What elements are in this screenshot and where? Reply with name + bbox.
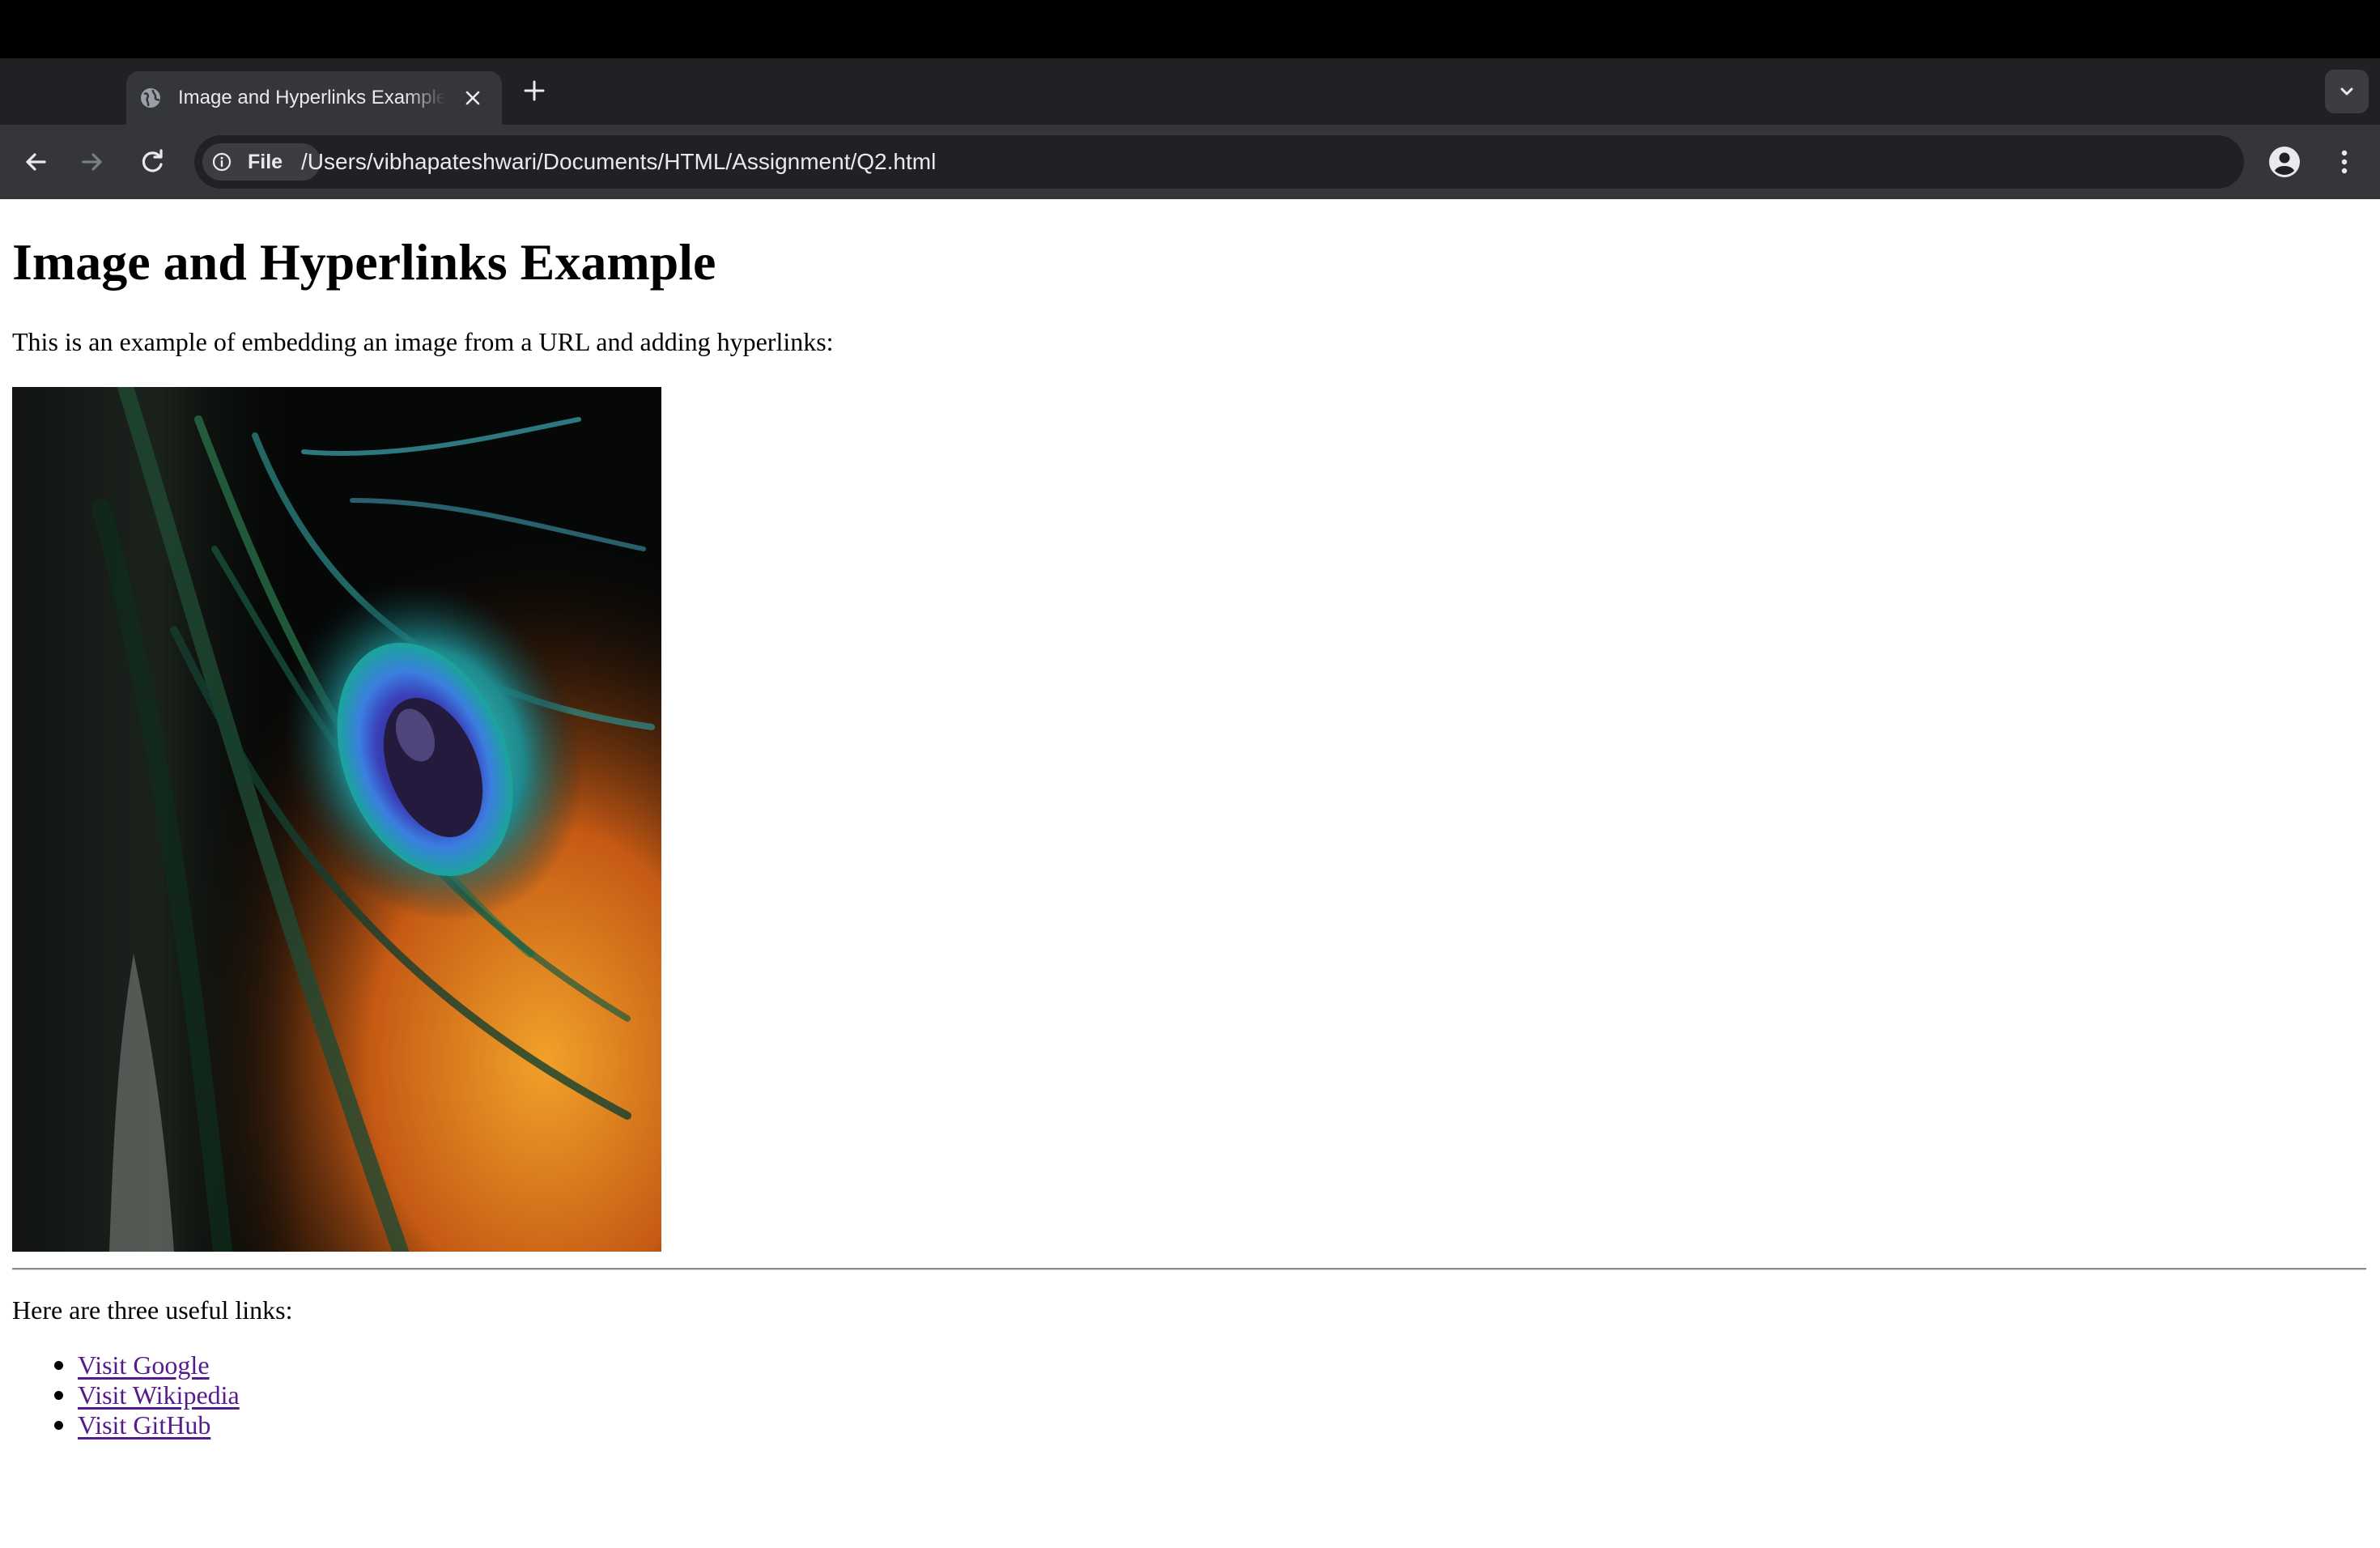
list-item: Visit Google — [12, 1350, 240, 1380]
menu-button[interactable] — [2327, 144, 2362, 180]
list-item: Visit GitHub — [12, 1410, 240, 1440]
forward-arrow-icon — [82, 153, 102, 171]
reload-button[interactable] — [134, 144, 170, 180]
links-list: Visit Google Visit Wikipedia Visit GitHu… — [12, 1350, 240, 1440]
back-arrow-icon — [26, 153, 46, 171]
top-black-bar — [0, 0, 2380, 58]
intro-paragraph: This is an example of embedding an image… — [12, 327, 834, 356]
list-bullet — [54, 1421, 63, 1430]
new-tab-plus-icon[interactable] — [518, 74, 550, 107]
info-icon — [212, 152, 232, 172]
link-google[interactable]: Visit Google — [78, 1350, 210, 1380]
forward-button[interactable] — [74, 144, 110, 180]
list-bullet — [54, 1361, 63, 1370]
tab-active[interactable]: Image and Hyperlinks Example — [126, 71, 502, 125]
peacock-feather-image — [12, 387, 661, 1252]
link-github[interactable]: Visit GitHub — [78, 1410, 210, 1440]
url-text[interactable]: /Users/vibhapateshwari/Documents/HTML/As… — [301, 147, 936, 177]
profile-icon — [2269, 147, 2300, 177]
chevron-down-icon — [2340, 87, 2353, 96]
links-intro-text: Here are three useful links: — [12, 1295, 293, 1325]
page-title: Image and Hyperlinks Example — [12, 233, 716, 291]
tab-title: Image and Hyperlinks Example — [178, 87, 445, 108]
globe-icon — [141, 88, 160, 108]
back-button[interactable] — [18, 144, 53, 180]
profile-button[interactable] — [2267, 144, 2302, 180]
peacock-feather-illustration — [12, 387, 661, 1252]
tab-strip: Image and Hyperlinks Example — [0, 58, 2380, 125]
list-item: Visit Wikipedia — [12, 1380, 240, 1410]
close-icon[interactable] — [460, 85, 486, 111]
reload-icon — [142, 149, 163, 172]
page-content: Image and Hyperlinks Example This is an … — [0, 199, 2380, 1548]
address-bar[interactable]: File /Users/vibhapateshwari/Documents/HT… — [194, 135, 2244, 189]
tab-search-button[interactable] — [2325, 70, 2369, 113]
more-vert-icon — [2341, 150, 2348, 174]
list-bullet — [54, 1391, 63, 1400]
browser-toolbar: File /Users/vibhapateshwari/Documents/HT… — [0, 125, 2380, 324]
site-chip-label: File — [248, 151, 283, 173]
link-wikipedia[interactable]: Visit Wikipedia — [78, 1380, 240, 1410]
horizontal-rule — [12, 1268, 2366, 1270]
